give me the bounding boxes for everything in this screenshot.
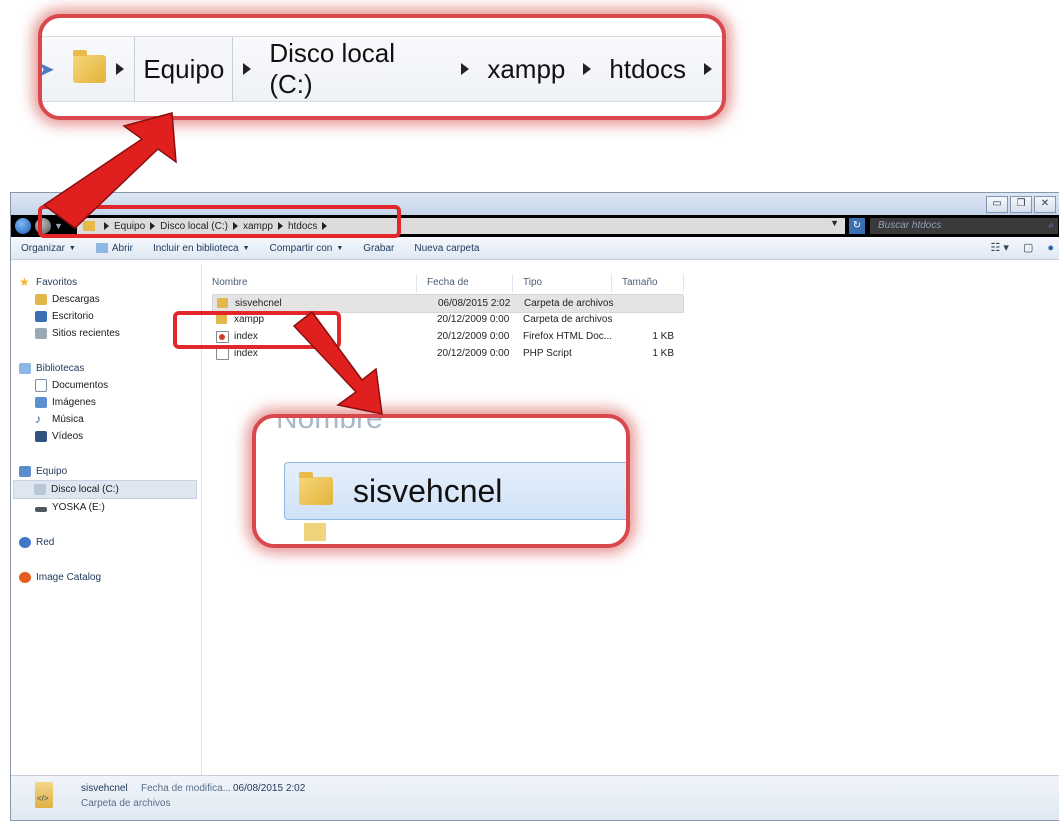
annotation-arrows bbox=[42, 112, 383, 415]
arrow-down-annotation bbox=[292, 310, 383, 415]
arrow-up-annotation bbox=[42, 112, 177, 229]
